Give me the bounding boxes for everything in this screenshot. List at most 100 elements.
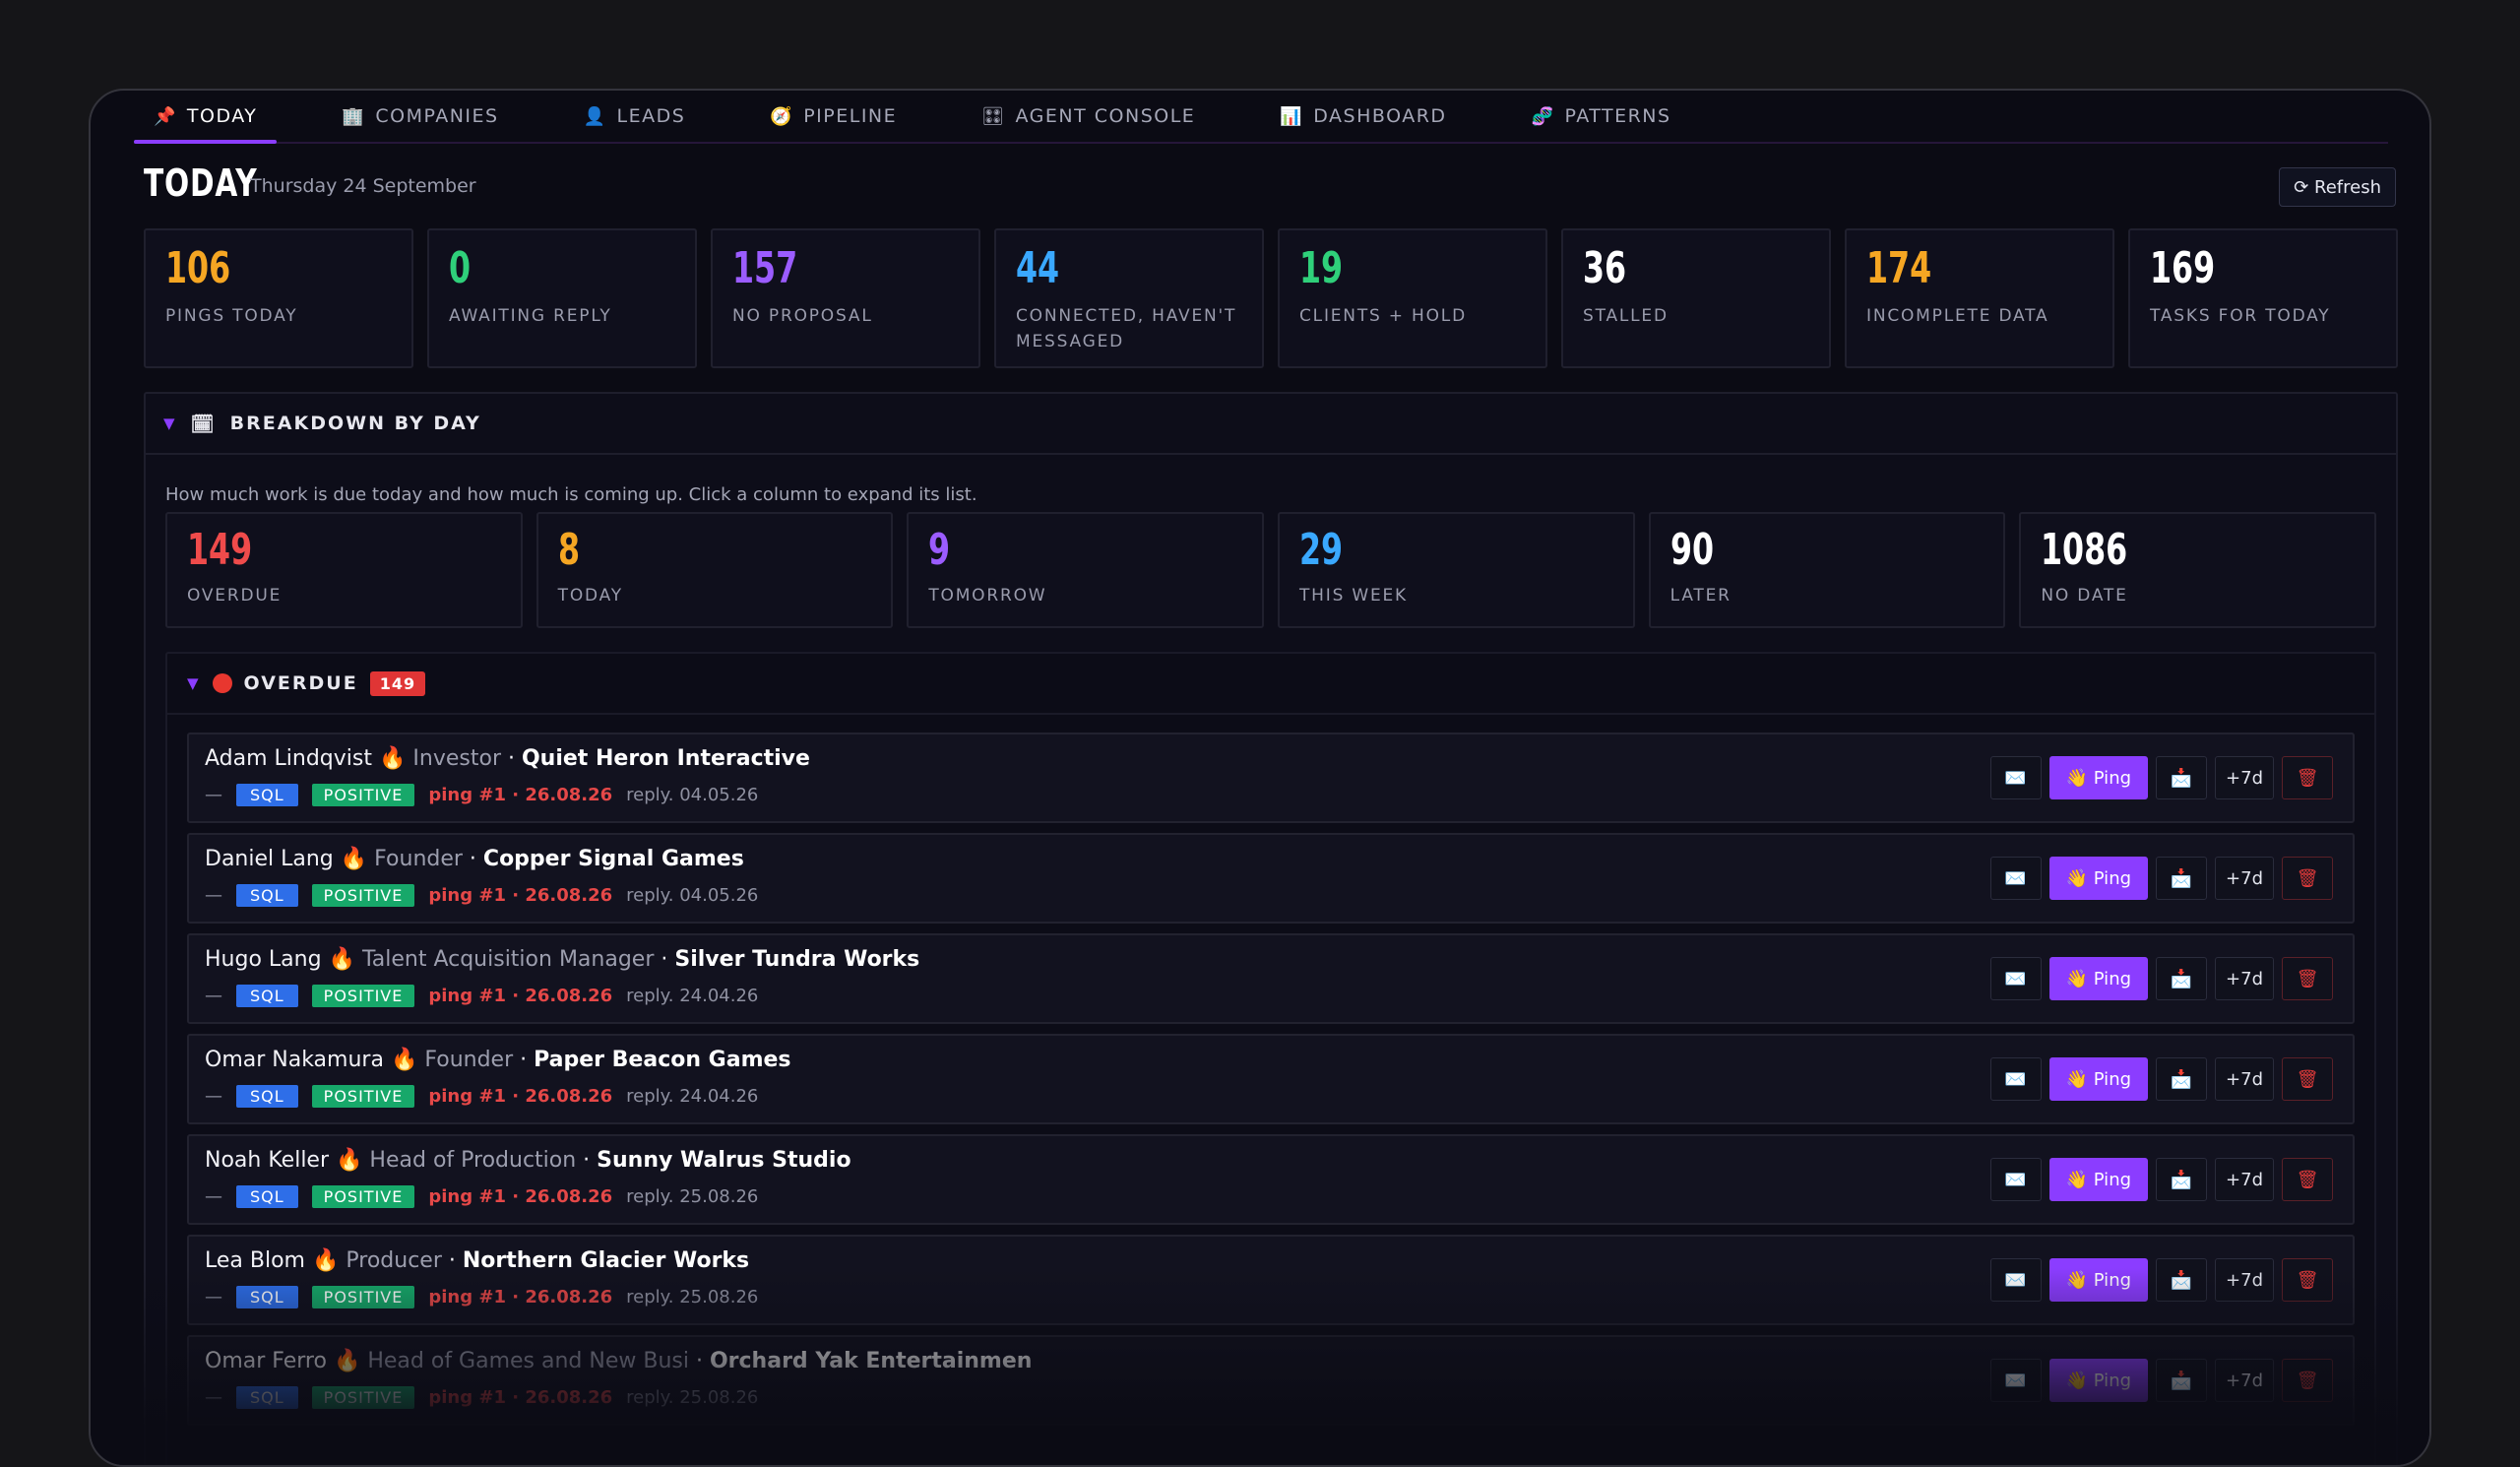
email-button[interactable]: ✉️ [1989,1057,2042,1101]
stat-card-awaiting-reply[interactable]: 0 AWAITING REPLY [427,228,697,368]
trash-icon: 🗑 [2296,767,2319,789]
lead-row[interactable]: Daniel Lang 🔥 Founder · Copper Signal Ga… [187,833,2355,924]
snooze-7d-button[interactable]: +7d [2215,857,2274,900]
delete-button[interactable]: 🗑 [2282,1158,2333,1201]
overdue-header[interactable]: ▼ OVERDUE 149 [167,654,2374,715]
breakdown-header[interactable]: ▼ 🗓 BREAKDOWN BY DAY [146,394,2396,455]
lead-company[interactable]: Paper Beacon Games [534,1048,790,1072]
inbox-button[interactable]: 📩 [2156,1258,2208,1302]
email-button[interactable]: ✉️ [1989,1158,2042,1201]
lead-row[interactable]: Hugo Lang 🔥 Talent Acquisition Manager ·… [187,933,2355,1024]
email-button[interactable]: ✉️ [1989,756,2042,799]
tab-agent-console[interactable]: 🎛 AGENT CONSOLE [962,91,1215,142]
lead-company[interactable]: Northern Glacier Works [463,1248,749,1273]
email-button[interactable]: ✉️ [1989,857,2042,900]
lead-company[interactable]: Silver Tundra Works [674,947,919,972]
snooze-7d-button[interactable]: +7d [2215,957,2274,1000]
stat-card-stalled[interactable]: 36 STALLED [1561,228,1831,368]
day-column-no-date[interactable]: 1086 NO DATE [2019,512,2376,628]
lead-name[interactable]: Omar Ferro [205,1349,327,1373]
stat-card-connected[interactable]: 44 CONNECTED, HAVEN'T MESSAGED [994,228,1264,368]
lead-name[interactable]: Omar Nakamura [205,1048,384,1072]
refresh-button[interactable]: ⟳ Refresh [2279,167,2396,207]
lead-company[interactable]: Sunny Walrus Studio [597,1148,850,1173]
lead-company[interactable]: Copper Signal Games [483,847,744,871]
snooze-7d-button[interactable]: +7d [2215,1057,2274,1101]
ping-button[interactable]: 👋 Ping [2048,857,2149,900]
day-column-this-week[interactable]: 29 THIS WEEK [1277,512,1635,628]
separator-dot: · [462,847,483,871]
lead-row[interactable]: Noah Keller 🔥 Head of Production · Sunny… [187,1134,2355,1225]
envelope-icon: ✉️ [2004,1169,2027,1190]
tab-today[interactable]: 📌 TODAY [134,91,278,144]
tab-patterns[interactable]: 🧬 PATTERNS [1512,91,1691,142]
sql-tag: SQL [236,1386,298,1409]
lead-row[interactable]: Lea Blom 🔥 Producer · Northern Glacier W… [187,1235,2355,1325]
delete-button[interactable]: 🗑 [2282,957,2333,1000]
snooze-7d-button[interactable]: +7d [2215,1359,2274,1402]
inbox-button[interactable]: 📩 [2156,957,2208,1000]
tab-dashboard[interactable]: 📊 DASHBOARD [1260,91,1466,142]
tab-leads[interactable]: 👤 LEADS [564,91,706,142]
day-column-tomorrow[interactable]: 9 TOMORROW [907,512,1264,628]
delete-button[interactable]: 🗑 [2282,1057,2333,1101]
lead-row[interactable]: Adam Lindqvist 🔥 Investor · Quiet Heron … [187,733,2355,823]
email-button[interactable]: ✉️ [1989,1359,2042,1402]
lead-name[interactable]: Daniel Lang [205,847,334,871]
lead-row[interactable]: Omar Nakamura 🔥 Founder · Paper Beacon G… [187,1034,2355,1124]
reply-date: reply. 24.04.26 [626,1086,759,1107]
inbox-tray-icon: 📩 [2170,1269,2193,1291]
day-column-later[interactable]: 90 LATER [1648,512,2006,628]
inbox-button[interactable]: 📩 [2156,1158,2208,1201]
separator-dot: · [688,1349,710,1373]
dna-icon: 🧬 [1531,105,1555,127]
tab-companies[interactable]: 🏢 COMPANIES [322,91,518,142]
day-column-today[interactable]: 8 TODAY [536,512,894,628]
stat-card-clients-hold[interactable]: 19 CLIENTS + HOLD [1278,228,1547,368]
lead-row[interactable]: Omar Ferro 🔥 Head of Games and New Busi … [187,1335,2355,1426]
snooze-7d-button[interactable]: +7d [2215,1258,2274,1302]
person-icon: 👤 [583,105,607,127]
stat-card-incomplete-data[interactable]: 174 INCOMPLETE DATA [1845,228,2114,368]
stat-label: AWAITING REPLY [449,306,612,326]
lead-role: Founder [374,847,463,871]
email-button[interactable]: ✉️ [1989,1258,2042,1302]
email-button[interactable]: ✉️ [1989,957,2042,1000]
snooze-7d-button[interactable]: +7d [2215,1158,2274,1201]
reply-date: reply. 25.08.26 [626,1186,759,1207]
ping-button[interactable]: 👋 Ping [2048,1057,2149,1101]
lead-name[interactable]: Hugo Lang [205,947,322,972]
inbox-button[interactable]: 📩 [2156,857,2208,900]
ping-button[interactable]: 👋 Ping [2048,756,2149,799]
delete-button[interactable]: 🗑 [2282,857,2333,900]
lead-company[interactable]: Orchard Yak Entertainmen [710,1349,1032,1373]
ping-button[interactable]: 👋 Ping [2048,1158,2149,1201]
delete-button[interactable]: 🗑 [2282,756,2333,799]
app-window: 📌 TODAY 🏢 COMPANIES 👤 LEADS 🧭 PIPELINE 🎛… [89,89,2431,1467]
sql-tag: SQL [236,985,298,1007]
stat-card-no-proposal[interactable]: 157 NO PROPOSAL [711,228,980,368]
lead-name[interactable]: Adam Lindqvist [205,746,372,771]
inbox-button[interactable]: 📩 [2156,1359,2208,1402]
positive-tag: POSITIVE [311,1085,415,1108]
stat-card-tasks-today[interactable]: 169 TASKS FOR TODAY [2128,228,2398,368]
stat-card-pings-today[interactable]: 106 PINGS TODAY [144,228,413,368]
inbox-button[interactable]: 📩 [2156,756,2208,799]
tab-pipeline[interactable]: 🧭 PIPELINE [750,91,916,142]
delete-button[interactable]: 🗑 [2282,1258,2333,1302]
fire-icon: 🔥 [311,1248,340,1273]
ping-button[interactable]: 👋 Ping [2048,957,2149,1000]
inbox-button[interactable]: 📩 [2156,1057,2208,1101]
lead-name[interactable]: Noah Keller [205,1148,329,1173]
ping-info: ping #1 · 26.08.26 [428,1387,613,1408]
ping-button[interactable]: 👋 Ping [2048,1359,2149,1402]
stat-value: 174 [1866,243,1932,293]
ping-button[interactable]: 👋 Ping [2048,1258,2149,1302]
delete-button[interactable]: 🗑 [2282,1359,2333,1402]
lead-role: Producer [346,1248,442,1273]
snooze-7d-button[interactable]: +7d [2215,756,2274,799]
lead-name[interactable]: Lea Blom [205,1248,305,1273]
inbox-tray-icon: 📩 [2170,767,2193,789]
lead-company[interactable]: Quiet Heron Interactive [522,746,810,771]
day-column-overdue[interactable]: 149 OVERDUE [165,512,523,628]
